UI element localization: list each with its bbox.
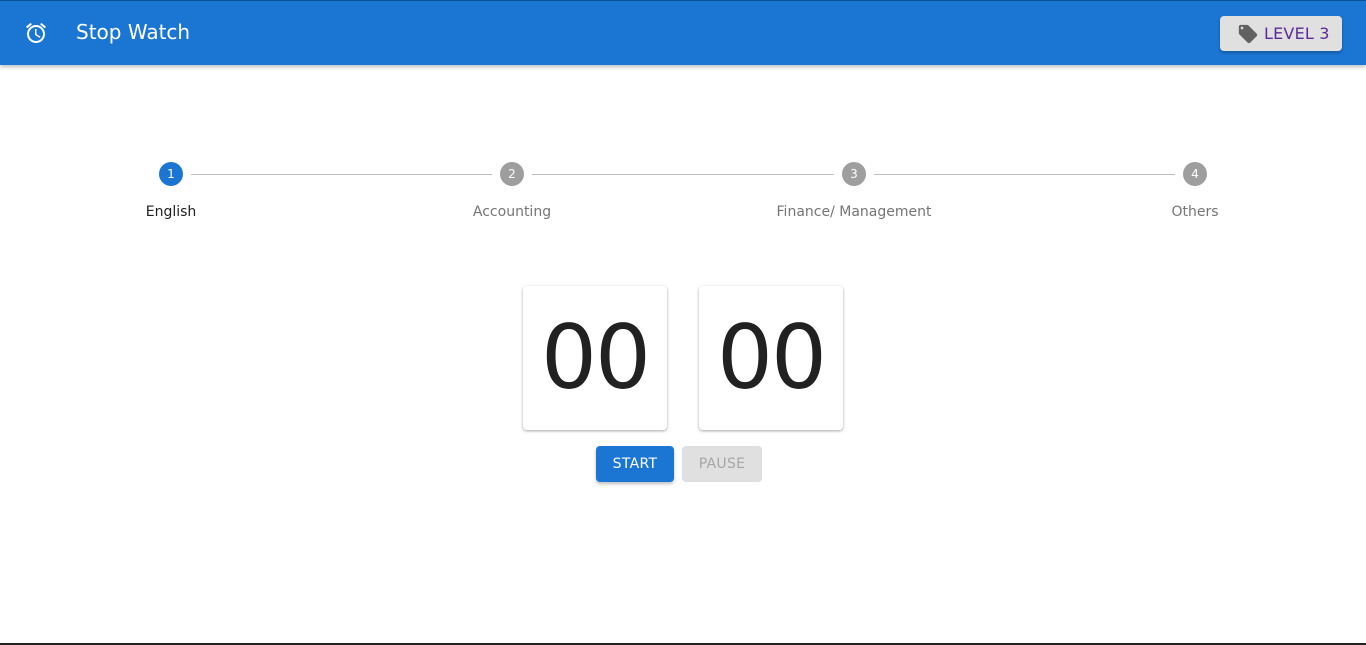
step-2-icon[interactable]: 2	[500, 162, 524, 186]
step-number: 4	[1191, 167, 1199, 181]
step-4-icon[interactable]: 4	[1183, 162, 1207, 186]
step-label-accounting[interactable]: Accounting	[412, 204, 612, 220]
stepper: 1 English 2 Accounting 3 Finance/ Manage…	[0, 0, 1366, 240]
step-label-english[interactable]: English	[71, 204, 271, 220]
minutes-display: 00	[541, 306, 651, 409]
seconds-card: 00	[699, 286, 843, 430]
step-label-finance-management[interactable]: Finance/ Management	[754, 204, 954, 220]
step-number: 3	[850, 167, 858, 181]
start-button[interactable]: START	[596, 446, 674, 482]
minutes-card: 00	[523, 286, 667, 430]
step-number: 2	[508, 167, 516, 181]
step-connector	[874, 174, 1175, 175]
pause-button: PAUSE	[682, 446, 762, 482]
step-3-icon[interactable]: 3	[842, 162, 866, 186]
seconds-display: 00	[717, 306, 827, 409]
step-1-icon[interactable]: 1	[159, 162, 183, 186]
step-connector	[191, 174, 492, 175]
step-label-others[interactable]: Others	[1095, 204, 1295, 220]
step-number: 1	[167, 167, 175, 181]
step-connector	[532, 174, 834, 175]
